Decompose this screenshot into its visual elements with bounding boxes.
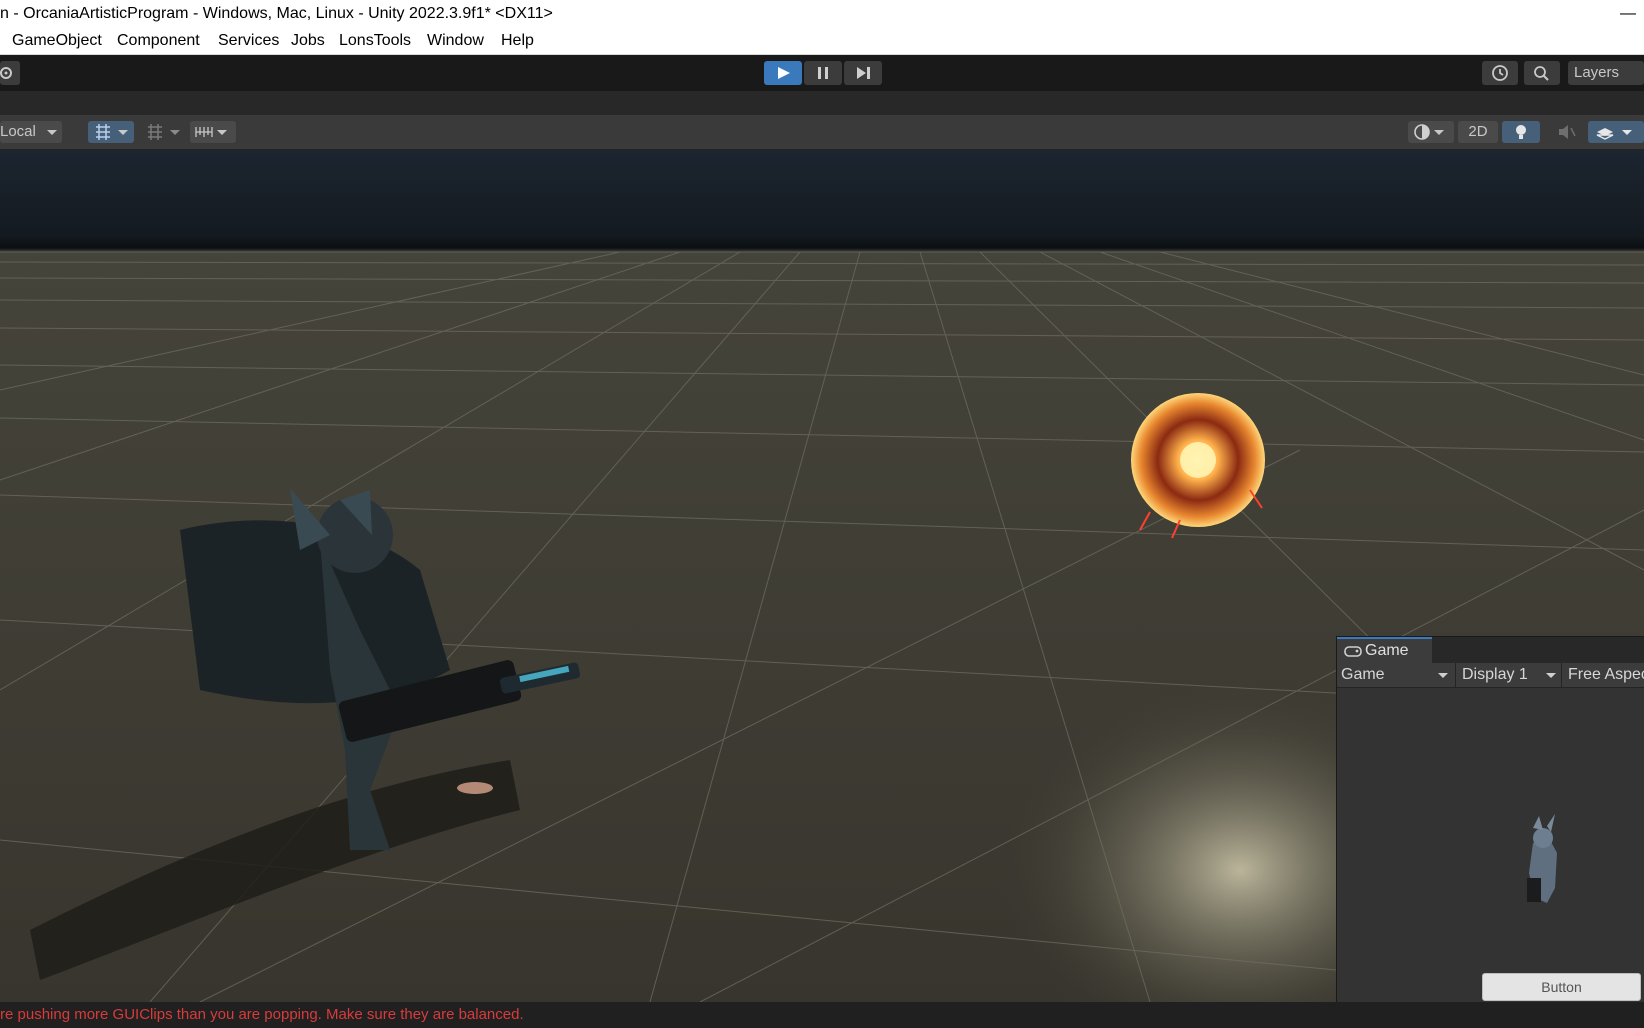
layers-dropdown[interactable]: Layers	[1568, 61, 1644, 85]
grid-snap-icon	[96, 124, 128, 140]
menu-help[interactable]: Help	[501, 28, 534, 54]
effects-layers-icon	[1596, 128, 1632, 140]
light-bulb-icon	[1516, 125, 1526, 139]
console-error-message: re pushing more GUIClips than you are po…	[0, 1006, 524, 1023]
gear-icon	[0, 67, 12, 79]
pivot-label: Local	[0, 123, 36, 140]
gamepad-icon	[1344, 646, 1362, 657]
settings-button[interactable]	[0, 61, 20, 85]
tab-game-label: Game	[1365, 642, 1409, 659]
menu-services[interactable]: Services	[218, 28, 279, 54]
display-dropdown[interactable]: Display 1	[1455, 663, 1557, 687]
chevron-down-icon	[1438, 673, 1448, 678]
game-control-bar: Game Display 1 Free Aspec	[1337, 663, 1644, 688]
aspect-value: Free Aspec	[1568, 666, 1644, 683]
draw-mode-dropdown[interactable]	[1408, 121, 1454, 143]
menu-component[interactable]: Component	[117, 28, 200, 54]
ruler-icon	[195, 127, 227, 137]
game-character-thumbnail	[1527, 814, 1557, 903]
menu-window[interactable]: Window	[427, 28, 484, 54]
game-ui-button[interactable]: Button	[1482, 973, 1641, 1001]
pause-button[interactable]	[804, 61, 842, 85]
tab-game[interactable]: Game	[1337, 637, 1432, 665]
title-bar: n - OrcaniaArtisticProgram - Windows, Ma…	[0, 0, 1644, 28]
chevron-down-icon	[47, 130, 57, 135]
effects-dropdown[interactable]	[1588, 121, 1644, 143]
increment-snap-icon	[148, 124, 180, 140]
pivot-rotation-dropdown[interactable]: Local	[0, 121, 62, 143]
step-button[interactable]	[844, 61, 882, 85]
search-icon	[1534, 66, 1549, 81]
speaker-muted-icon	[1559, 125, 1576, 139]
character-silhouette	[30, 488, 581, 980]
console-status-bar[interactable]: re pushing more GUIClips than you are po…	[0, 1002, 1644, 1028]
pause-icon	[818, 67, 828, 79]
toggle-2d-button[interactable]: 2D	[1458, 121, 1498, 143]
fireball-effect	[1131, 393, 1265, 539]
play-icon	[778, 67, 790, 79]
window-title: n - OrcaniaArtisticProgram - Windows, Ma…	[0, 5, 553, 22]
search-button[interactable]	[1524, 61, 1560, 85]
main-toolbar: Layers	[0, 55, 1644, 91]
audio-toggle[interactable]	[1546, 121, 1584, 143]
minimize-button[interactable]: —	[1620, 0, 1636, 28]
display-value: Display 1	[1462, 666, 1528, 683]
game-view-dropdown[interactable]: Game	[1341, 663, 1449, 687]
game-viewport[interactable]: Button	[1337, 688, 1644, 1003]
lighting-toggle[interactable]	[1502, 121, 1540, 143]
scene-toolbar: Local 2D	[0, 115, 1644, 150]
increment-snap-toggle[interactable]	[140, 121, 186, 143]
game-window: Game Game Display 1 Free Aspec Button	[1336, 636, 1644, 1003]
menu-lonstools[interactable]: LonsTools	[339, 28, 411, 54]
step-icon	[857, 67, 870, 79]
history-icon	[1492, 65, 1508, 81]
ruler-tool-toggle[interactable]	[190, 121, 236, 143]
play-button[interactable]	[764, 61, 802, 85]
menu-gameobject[interactable]: GameObject	[12, 28, 102, 54]
scene-tab-strip	[0, 91, 1644, 115]
chevron-down-icon	[1546, 673, 1556, 678]
menu-jobs[interactable]: Jobs	[291, 28, 325, 54]
aspect-dropdown[interactable]: Free Aspec	[1561, 663, 1644, 687]
history-button[interactable]	[1482, 61, 1518, 85]
menu-bar: GameObject Component Services Jobs LonsT…	[0, 28, 1644, 55]
game-view-value: Game	[1341, 666, 1385, 683]
grid-snapping-toggle[interactable]	[88, 121, 134, 143]
shading-sphere-icon	[1414, 124, 1444, 140]
